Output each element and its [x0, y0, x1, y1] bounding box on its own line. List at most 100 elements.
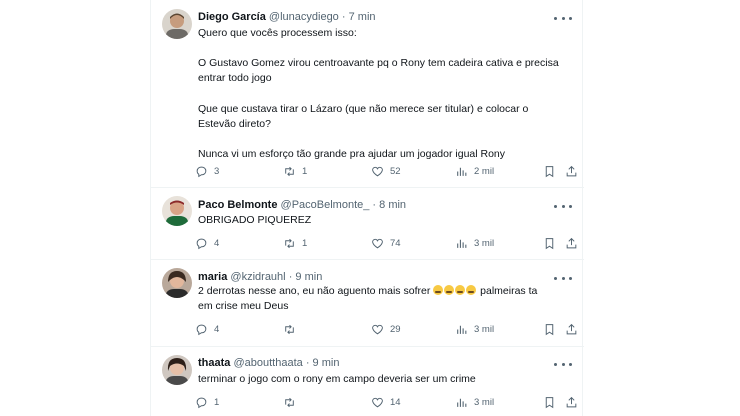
- share-icon: [566, 323, 577, 334]
- views-button[interactable]: 2 mil: [455, 163, 494, 179]
- avatar[interactable]: [162, 355, 192, 385]
- reply-icon: [196, 238, 207, 249]
- bookmark-icon: [545, 323, 554, 335]
- retweet-count: 1: [302, 237, 308, 249]
- author-handle[interactable]: @aboutthaata: [233, 357, 302, 369]
- retweet-icon: [285, 397, 294, 407]
- reply-icon: [196, 166, 207, 177]
- tweet-3[interactable]: maria @kzidrauhl · 9 min 2 derrotas ness…: [151, 260, 584, 347]
- retweet-icon: [285, 238, 294, 248]
- tweet-line: Nunca vi um esforço tão grande pra ajuda…: [198, 148, 506, 161]
- like-count: 29: [390, 323, 401, 335]
- heart-icon: [372, 324, 383, 334]
- heart-icon: [372, 238, 383, 248]
- tweet-header: Paco Belmonte @PacoBelmonte_ · 8 min: [198, 198, 406, 212]
- views-button[interactable]: 3 mil: [455, 394, 494, 410]
- tweet-text: 2 derrotas nesse ano, eu não aguento mai…: [198, 284, 573, 314]
- retweet-button[interactable]: [283, 394, 302, 410]
- author-handle[interactable]: @PacoBelmonte_: [281, 199, 370, 211]
- timeline-column: Diego García @lunacydiego · 7 min Quero …: [150, 0, 584, 416]
- author-name[interactable]: Paco Belmonte: [198, 199, 277, 211]
- views-chart-icon: [457, 239, 467, 248]
- avatar[interactable]: [162, 9, 192, 39]
- tweet-4[interactable]: thaata @aboutthaata · 9 min terminar o j…: [151, 347, 584, 416]
- reply-button[interactable]: 3: [195, 163, 219, 179]
- bookmark-button[interactable]: [543, 321, 562, 337]
- like-button[interactable]: 14: [371, 394, 401, 410]
- more-icon[interactable]: [554, 12, 572, 24]
- reply-button[interactable]: 4: [195, 235, 219, 251]
- bookmark-icon: [545, 165, 554, 177]
- views-count: 3 mil: [474, 237, 495, 249]
- author-handle[interactable]: @lunacydiego: [269, 11, 339, 23]
- timestamp[interactable]: 9 min: [295, 271, 322, 283]
- action-bar: 4 29 3 mil: [195, 321, 577, 337]
- heart-icon: [372, 166, 383, 176]
- retweet-count: 1: [302, 165, 308, 177]
- reply-count: 4: [214, 237, 220, 249]
- crying-face-emoji: [444, 285, 455, 295]
- tweet-1[interactable]: Diego García @lunacydiego · 7 min Quero …: [151, 0, 584, 188]
- more-icon[interactable]: [554, 200, 572, 212]
- more-icon[interactable]: [554, 358, 572, 370]
- action-bar: 1 14 3 mil: [195, 394, 577, 410]
- views-button[interactable]: 3 mil: [455, 321, 494, 337]
- timestamp[interactable]: 9 min: [313, 357, 340, 369]
- bookmark-icon: [545, 237, 554, 249]
- views-chart-icon: [457, 167, 467, 176]
- reply-button[interactable]: 4: [195, 321, 219, 337]
- action-bar: 3 1 52 2 mil: [195, 163, 577, 179]
- share-button[interactable]: [565, 163, 584, 179]
- share-button[interactable]: [565, 235, 584, 251]
- avatar[interactable]: [162, 268, 192, 298]
- views-count: 3 mil: [474, 396, 495, 408]
- separator: ·: [305, 357, 310, 369]
- crying-face-emoji: [455, 285, 466, 295]
- tweet-line: terminar o jogo com o rony em campo deve…: [198, 373, 476, 385]
- share-icon: [566, 237, 577, 248]
- tweet-line: 2 derrotas nesse ano, eu não aguento mai…: [198, 284, 573, 299]
- like-button[interactable]: 52: [371, 163, 401, 179]
- tweet-line: em crise meu Deus: [198, 300, 289, 313]
- share-icon: [566, 165, 577, 176]
- crying-face-emoji: [466, 285, 477, 295]
- share-button[interactable]: [565, 394, 584, 410]
- separator: ·: [341, 11, 346, 23]
- separator: ·: [372, 199, 377, 211]
- views-count: 3 mil: [474, 323, 495, 335]
- heart-icon: [372, 397, 383, 407]
- like-count: 14: [390, 396, 401, 408]
- tweet-2[interactable]: Paco Belmonte @PacoBelmonte_ · 8 min OBR…: [151, 188, 584, 260]
- author-name[interactable]: thaata: [198, 357, 230, 369]
- author-name[interactable]: Diego García: [198, 11, 266, 23]
- tweet-header: Diego García @lunacydiego · 7 min: [198, 10, 376, 24]
- views-chart-icon: [457, 325, 467, 334]
- views-chart-icon: [457, 398, 467, 407]
- like-button[interactable]: 29: [371, 321, 401, 337]
- retweet-button[interactable]: 1: [283, 235, 307, 251]
- like-button[interactable]: 74: [371, 235, 401, 251]
- author-name[interactable]: maria: [198, 271, 227, 283]
- bookmark-button[interactable]: [543, 235, 562, 251]
- timestamp[interactable]: 8 min: [379, 199, 406, 211]
- tweet-line-part: 2 derrotas nesse ano, eu não aguento mai…: [198, 285, 431, 297]
- bookmark-button[interactable]: [543, 394, 562, 410]
- retweet-button[interactable]: 1: [283, 163, 307, 179]
- author-handle[interactable]: @kzidrauhl: [230, 271, 285, 283]
- more-icon[interactable]: [554, 272, 572, 284]
- timestamp[interactable]: 7 min: [349, 11, 376, 23]
- tweet-line-part: palmeiras ta: [480, 285, 538, 297]
- share-icon: [566, 396, 577, 407]
- retweet-button[interactable]: [283, 321, 302, 337]
- tweet-line: OBRIGADO PIQUEREZ: [198, 214, 312, 226]
- tweet-line: Estevão direto?: [198, 117, 271, 130]
- avatar[interactable]: [162, 196, 192, 226]
- views-button[interactable]: 3 mil: [455, 235, 494, 251]
- bookmark-icon: [545, 396, 554, 408]
- tweet-text: terminar o jogo com o rony em campo deve…: [198, 372, 573, 387]
- reply-count: 3: [214, 165, 220, 177]
- reply-button[interactable]: 1: [195, 394, 219, 410]
- bookmark-button[interactable]: [543, 163, 562, 179]
- retweet-icon: [285, 324, 294, 334]
- share-button[interactable]: [565, 321, 584, 337]
